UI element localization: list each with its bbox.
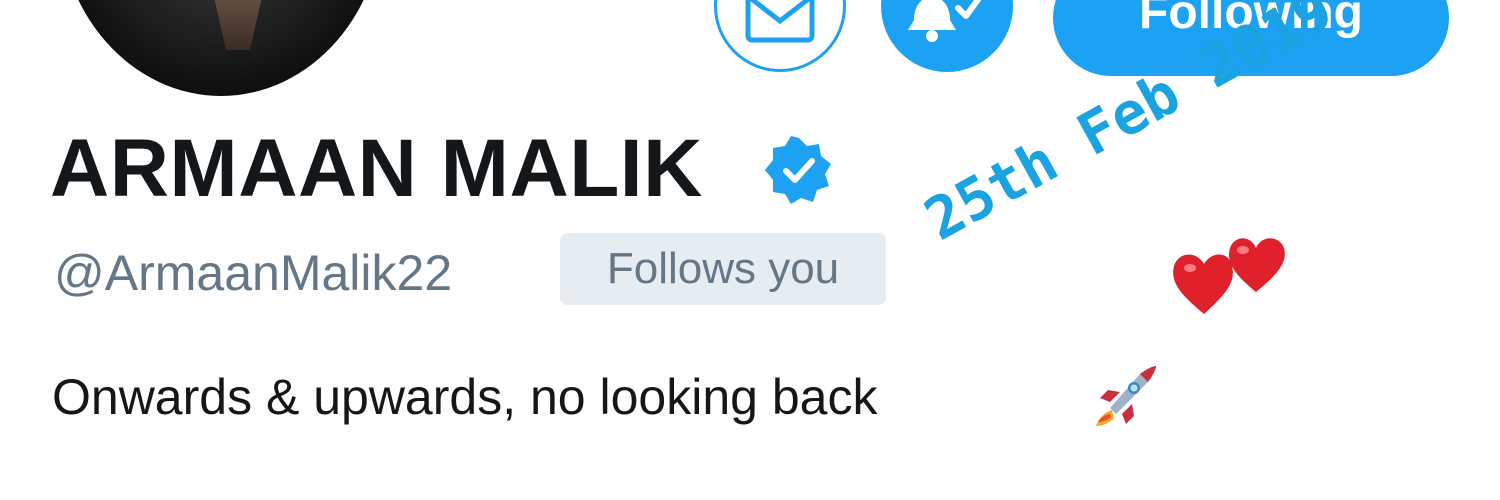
avatar-collar — [208, 0, 268, 50]
profile-bio: Onwards & upwards, no looking back — [52, 369, 878, 425]
avatar[interactable] — [58, 0, 384, 96]
rocket-emoji-icon — [1096, 366, 1156, 426]
profile-handle[interactable]: @ArmaanMalik22 — [54, 244, 452, 302]
message-button[interactable] — [714, 0, 846, 72]
envelope-icon — [745, 0, 815, 43]
hearts-icon — [1173, 238, 1285, 314]
follows-you-badge: Follows you — [560, 233, 886, 305]
bell-check-icon — [908, 0, 982, 42]
display-name: ARMAAN MALIK — [50, 123, 703, 214]
verified-badge-icon — [765, 136, 831, 204]
follows-you-label: Follows you — [606, 244, 840, 293]
notifications-button[interactable] — [881, 0, 1013, 72]
